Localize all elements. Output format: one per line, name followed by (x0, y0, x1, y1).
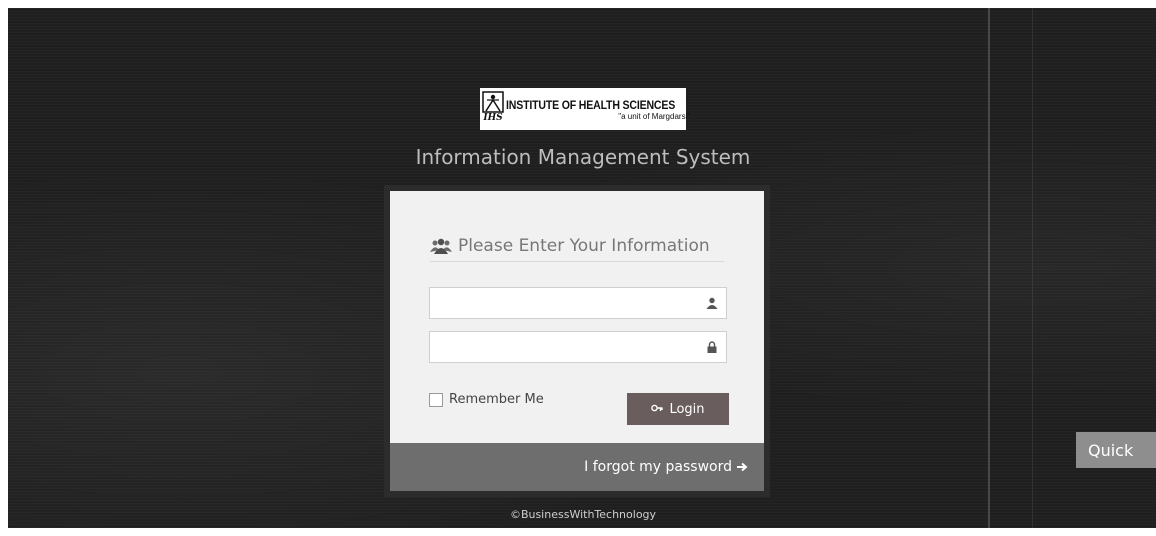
remember-me-checkbox[interactable] (429, 392, 443, 407)
password-field[interactable] (429, 331, 727, 363)
users-icon (430, 238, 452, 254)
password-input[interactable] (430, 332, 726, 362)
user-icon (706, 297, 718, 309)
app-title: Information Management System (415, 145, 751, 169)
logo-abbreviation: IHS (483, 113, 503, 123)
form-heading: Please Enter Your Information (430, 231, 724, 262)
logo-emblem: IHS (482, 91, 504, 127)
background-line (1032, 8, 1033, 528)
quick-button[interactable]: Quick (1076, 432, 1156, 468)
form-heading-text: Please Enter Your Information (458, 236, 710, 256)
username-field[interactable] (429, 287, 727, 319)
emblem-icon (482, 91, 504, 113)
forgot-password-label: I forgot my password (584, 459, 732, 475)
copyright-text: ©BusinessWithTechnology (509, 508, 657, 521)
remember-me-label: Remember Me (449, 392, 544, 407)
arrow-right-icon (737, 462, 748, 472)
lock-icon (707, 341, 717, 353)
logo-title: INSTITUTE OF HEALTH SCIENCES (506, 97, 676, 112)
username-input[interactable] (430, 288, 726, 318)
key-icon (651, 404, 664, 412)
remember-me[interactable]: Remember Me (429, 392, 544, 407)
forgot-password-link[interactable]: I forgot my password (584, 459, 748, 475)
logo-text: INSTITUTE OF HEALTH SCIENCES "a unit of … (506, 98, 698, 121)
form-footer: I forgot my password (390, 443, 764, 491)
login-form: Please Enter Your Information Remember M… (384, 185, 770, 497)
background-line (988, 8, 990, 528)
institute-logo: IHS INSTITUTE OF HEALTH SCIENCES "a unit… (480, 88, 690, 130)
login-button[interactable]: Login (627, 393, 729, 425)
login-button-label: Login (669, 401, 705, 417)
logo-subtitle: "a unit of Margdarsi" (618, 111, 691, 121)
